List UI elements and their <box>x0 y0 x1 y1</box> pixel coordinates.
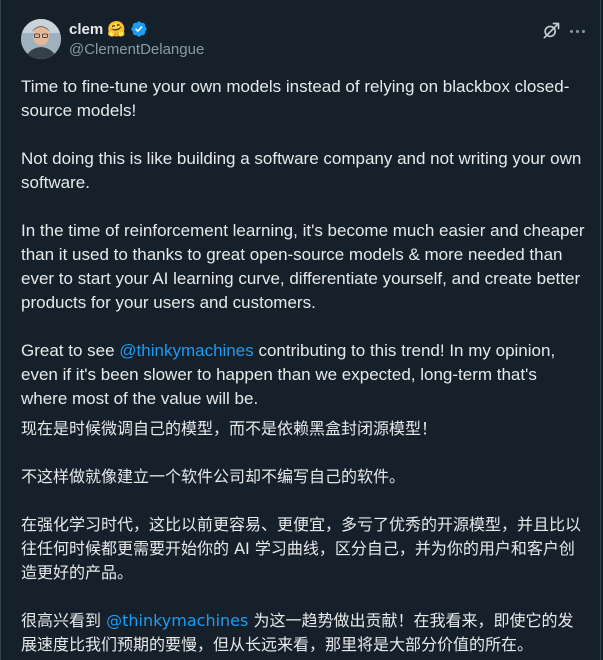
translation-mention-link[interactable]: @thinkymachines <box>106 611 248 630</box>
post-paragraph-3: In the time of reinforcement learning, i… <box>21 221 585 312</box>
translation-paragraph-4-start: 很高兴看到 <box>21 611 107 630</box>
post-header: clem 🤗 @ClementDelangue <box>1 0 603 70</box>
post-paragraph-4: Great to see @thinkymachines contributin… <box>21 339 586 411</box>
translation-paragraph-1: 现在是时候微调自己的模型，而不是依赖黑盒封闭源模型！ <box>21 419 438 438</box>
more-options-icon[interactable] <box>567 21 587 41</box>
author-handle[interactable]: @ClementDelangue <box>69 41 204 58</box>
author-name-line: clem 🤗 <box>69 20 148 38</box>
avatar[interactable] <box>21 19 61 59</box>
author-display-name[interactable]: clem <box>69 21 103 38</box>
post-card: clem 🤗 @ClementDelangue Time to fine-tun… <box>0 0 601 660</box>
post-paragraph-4-start: Great to see <box>21 341 120 360</box>
translation-paragraph-3: 在强化学习时代，这比以前更容易、更便宜，多亏了优秀的开源模型，并且比以往任何时候… <box>21 515 582 582</box>
post-paragraph-2: Not doing this is like building a softwa… <box>21 149 582 192</box>
grok-icon[interactable] <box>541 21 561 41</box>
translation-paragraph-2: 不这样做就像建立一个软件公司却不编写自己的软件。 <box>21 467 406 486</box>
translation-paragraph-4: 很高兴看到 @thinkymachines 为这一趋势做出贡献！在我看来，即使它… <box>21 609 586 657</box>
avatar-image <box>21 19 61 59</box>
post-paragraph-1: Time to fine-tune your own models instea… <box>21 77 570 120</box>
post-body: Time to fine-tune your own models instea… <box>21 75 586 657</box>
hugging-face-emoji: 🤗 <box>107 20 126 38</box>
mention-link[interactable]: @thinkymachines <box>119 341 253 360</box>
verified-badge-icon[interactable] <box>130 20 148 38</box>
